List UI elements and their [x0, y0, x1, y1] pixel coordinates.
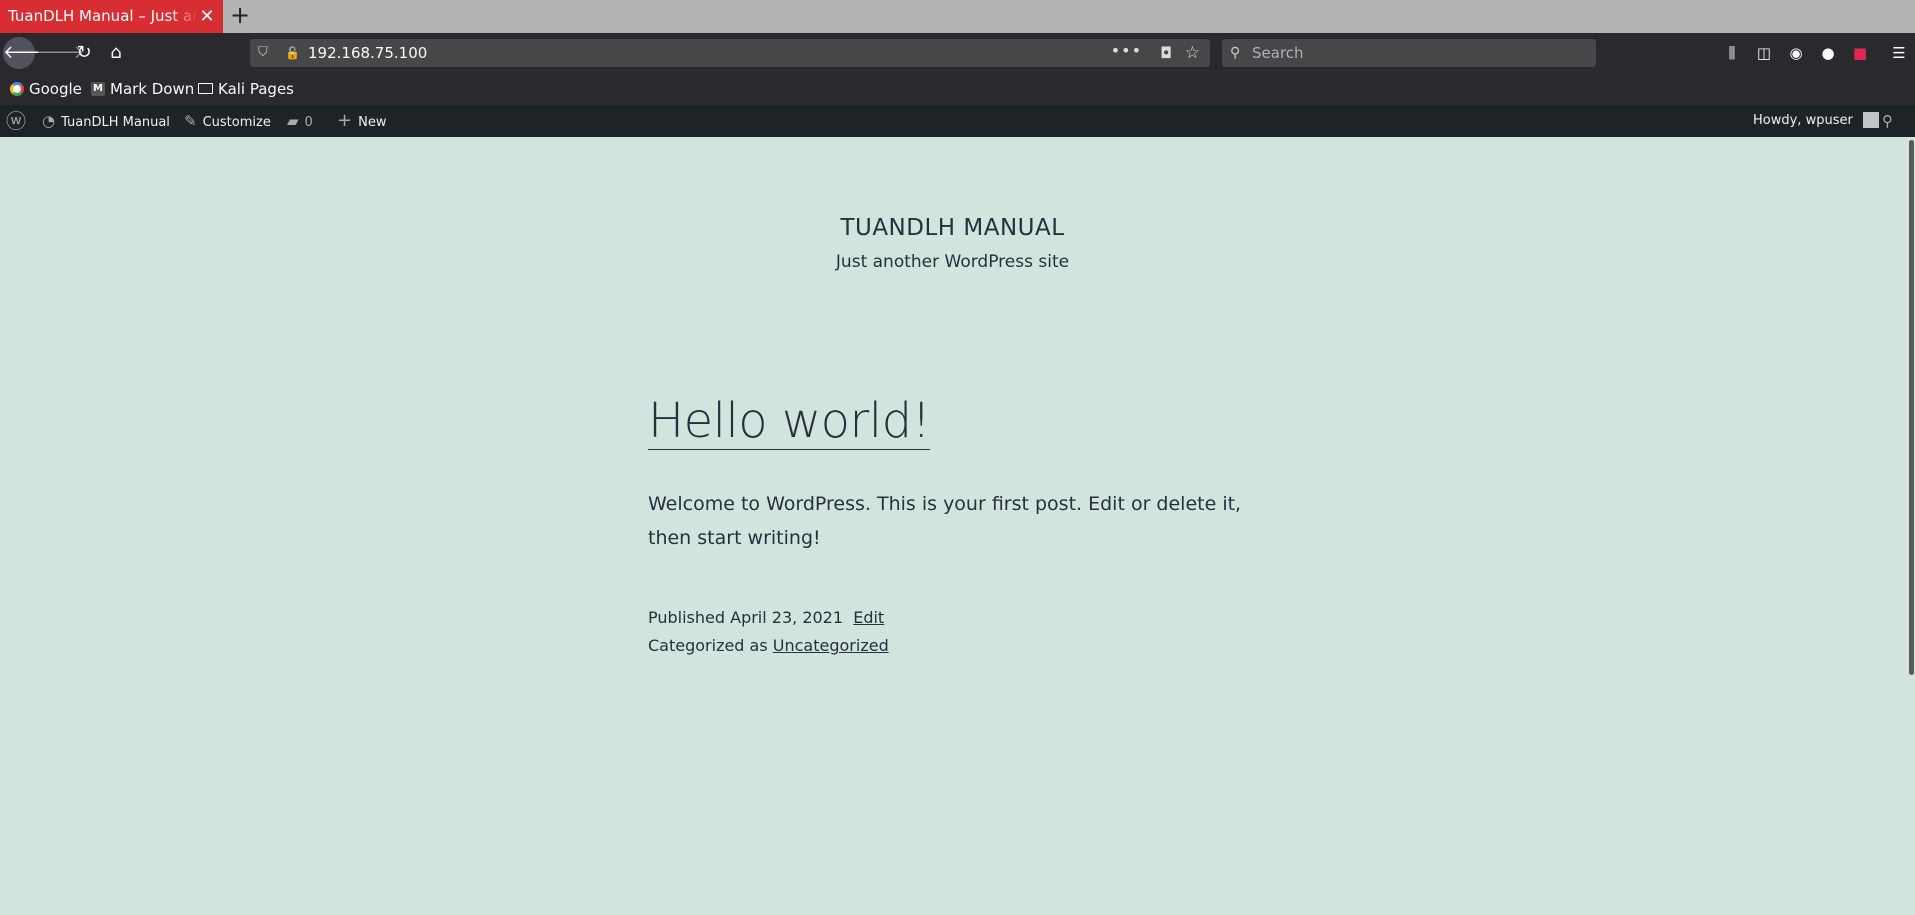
- brush-icon: ✎: [184, 112, 197, 130]
- address-bar[interactable]: ⛉ 🔓 192.168.75.100 ••• ◘ ☆: [250, 39, 1210, 67]
- pocket-icon[interactable]: ◘: [1160, 39, 1172, 67]
- post-date: April 23, 2021: [730, 608, 844, 627]
- reload-button[interactable]: ↻: [68, 37, 100, 69]
- search-icon: ⚲: [1230, 45, 1241, 61]
- plus-icon: +: [337, 110, 353, 131]
- bookmark-label: Kali Pages: [218, 80, 294, 98]
- browser-chrome: TuanDLH Manual – Just another WordPress …: [0, 0, 1915, 137]
- site-description: Just another WordPress site: [835, 252, 1070, 272]
- category-line: Categorized as Uncategorized: [648, 632, 889, 660]
- admin-new[interactable]: + New: [337, 105, 386, 137]
- markdown-icon: M: [91, 81, 105, 96]
- admin-comments[interactable]: ▰ 0: [287, 105, 313, 137]
- bookmark-kali-pages[interactable]: Kali Pages: [198, 73, 294, 105]
- admin-search-icon[interactable]: ⚲: [1882, 105, 1893, 137]
- page-actions-icon[interactable]: •••: [1111, 37, 1142, 65]
- bookmark-label: Google: [29, 80, 82, 98]
- account-icon[interactable]: ◉: [1782, 37, 1810, 69]
- post-title[interactable]: Hello world!: [648, 393, 931, 450]
- scrollbar-thumb[interactable]: [1909, 140, 1914, 675]
- admin-new-label: New: [358, 115, 387, 130]
- bookmark-label: Mark Down: [110, 80, 195, 98]
- extension-icon[interactable]: ●: [1814, 37, 1842, 69]
- admin-site-name[interactable]: ◔ TuanDLH Manual: [42, 105, 170, 137]
- tab-bar: TuanDLH Manual – Just another WordPress …: [0, 0, 1915, 33]
- post-body: Welcome to WordPress. This is your first…: [648, 493, 1242, 549]
- page-content: TUANDLH MANUAL Just another WordPress si…: [0, 137, 1908, 915]
- admin-customize[interactable]: ✎ Customize: [184, 105, 271, 137]
- comment-icon: ▰: [287, 112, 299, 130]
- published-prefix: Published: [648, 608, 726, 627]
- bookmarks-toolbar: Google M Mark Down Kali Pages: [0, 73, 1915, 105]
- howdy-text: Howdy, wpuser: [1753, 113, 1853, 128]
- tracking-shield-icon[interactable]: ⛉: [258, 39, 268, 67]
- post-meta: Published April 23, 2021 Edit Categorize…: [648, 604, 889, 660]
- category-link[interactable]: Uncategorized: [773, 636, 889, 655]
- folder-icon: [198, 83, 213, 94]
- library-icon[interactable]: ⫼: [1718, 37, 1746, 69]
- edit-link[interactable]: Edit: [853, 608, 884, 627]
- url-text[interactable]: 192.168.75.100: [308, 39, 427, 67]
- published-line: Published April 23, 2021 Edit: [648, 604, 889, 632]
- bookmark-google[interactable]: Google: [10, 73, 82, 105]
- admin-account[interactable]: Howdy, wpuser: [1753, 105, 1879, 137]
- tab-title: TuanDLH Manual – Just another WordPress …: [8, 7, 198, 25]
- extension-lock-icon[interactable]: ■: [1846, 37, 1874, 69]
- close-tab-icon[interactable]: ✕: [197, 0, 217, 33]
- new-tab-button[interactable]: +: [228, 0, 252, 33]
- search-box[interactable]: ⚲ Search: [1222, 39, 1596, 67]
- bookmark-markdown[interactable]: M Mark Down: [91, 73, 194, 105]
- wp-admin-bar: ⓦ ◔ TuanDLH Manual ✎ Customize ▰ 0 + New How…: [0, 105, 1915, 137]
- admin-site-name-label: TuanDLH Manual: [61, 115, 170, 130]
- site-title[interactable]: TUANDLH MANUAL: [0, 215, 1905, 241]
- navigation-toolbar: 🡐 🡒 ↻ ⌂ ⛉ 🔓 192.168.75.100 ••• ◘ ☆ ⚲ Sea…: [0, 33, 1915, 73]
- admin-customize-label: Customize: [202, 115, 271, 130]
- back-button[interactable]: 🡐: [3, 37, 51, 69]
- comments-count: 0: [304, 115, 313, 130]
- dashboard-icon: ◔: [42, 112, 56, 130]
- menu-icon[interactable]: ☰: [1885, 37, 1913, 69]
- bookmark-star-icon[interactable]: ☆: [1185, 39, 1200, 67]
- search-placeholder: Search: [1252, 44, 1304, 62]
- google-icon: [10, 81, 24, 96]
- forward-button[interactable]: 🡒: [36, 37, 84, 69]
- wordpress-logo-icon[interactable]: ⓦ: [6, 105, 26, 137]
- avatar: [1862, 111, 1879, 128]
- browser-tab[interactable]: TuanDLH Manual – Just another WordPress …: [0, 0, 223, 33]
- categorized-prefix: Categorized as: [648, 636, 768, 655]
- insecure-connection-icon[interactable]: 🔓: [285, 39, 300, 67]
- sidebar-icon[interactable]: ◫: [1750, 37, 1778, 69]
- home-button[interactable]: ⌂: [100, 37, 132, 69]
